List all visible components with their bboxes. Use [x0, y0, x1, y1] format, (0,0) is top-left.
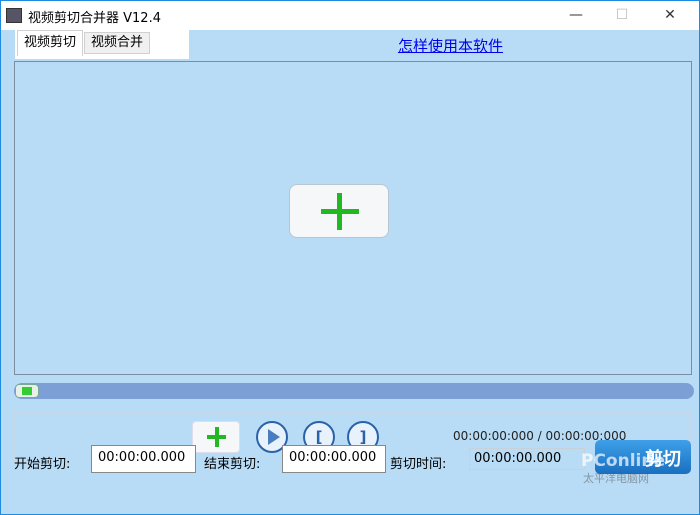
end-cut-label: 结束剪切:: [204, 457, 261, 472]
tab-video-merge[interactable]: 视频合并: [84, 32, 151, 54]
watermark: PConline: [581, 451, 666, 471]
watermark-subtext: 太平洋电脑网: [583, 472, 649, 485]
cut-duration-label: 剪切时间:: [390, 457, 447, 472]
add-video-button[interactable]: [289, 184, 389, 238]
tab-strip: 视频剪切 视频合并: [15, 30, 189, 59]
minimize-button[interactable]: —: [553, 1, 599, 30]
window-title: 视频剪切合并器 V12.4: [28, 11, 161, 26]
tab-video-cut[interactable]: 视频剪切: [17, 30, 84, 56]
maximize-button[interactable]: ☐: [599, 1, 645, 30]
video-preview-area[interactable]: [14, 61, 692, 375]
main-panel: 视频剪切 视频合并 怎样使用本软件 [ ] 00:00:00:000 / 00:…: [0, 30, 700, 515]
start-cut-label: 开始剪切:: [14, 457, 71, 472]
seek-handle[interactable]: [15, 384, 39, 398]
start-time-input[interactable]: 00:00:00.000: [91, 445, 196, 473]
end-time-input[interactable]: 00:00:00.000: [282, 445, 386, 473]
title-bar: 视频剪切合并器 V12.4 — ☐ ✕: [0, 0, 700, 30]
seek-slider[interactable]: [14, 383, 694, 399]
close-button[interactable]: ✕: [647, 1, 693, 30]
cut-duration-value: 00:00:00.000: [469, 448, 585, 470]
play-icon: [267, 429, 280, 445]
add-file-button[interactable]: [192, 421, 240, 453]
help-link[interactable]: 怎样使用本软件: [398, 35, 503, 56]
app-icon: [6, 8, 22, 23]
